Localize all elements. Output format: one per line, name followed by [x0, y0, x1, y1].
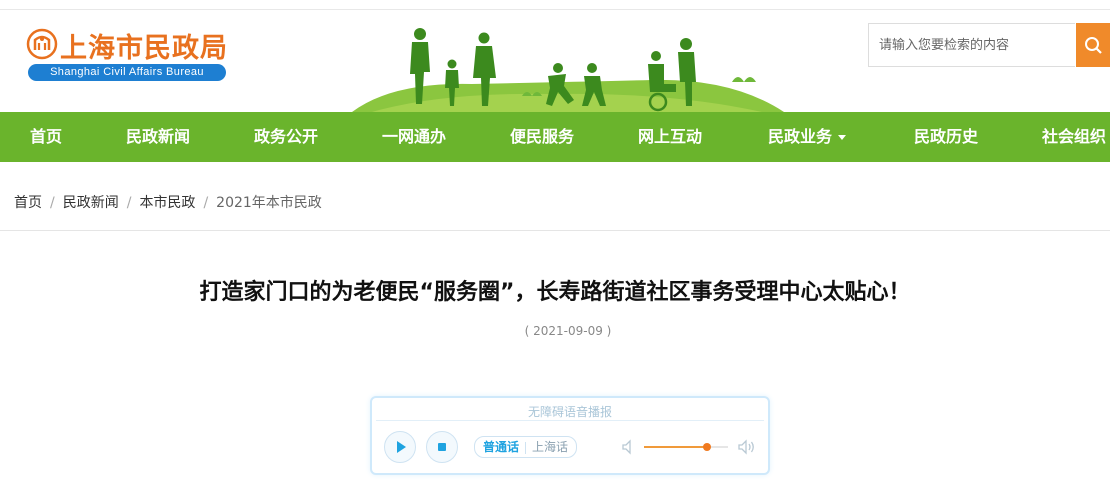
- main-nav: 首页 民政新闻 政务公开 一网通办 便民服务 网上互动 民政业务 民政历史 社会…: [0, 112, 1110, 162]
- player-divider: [376, 420, 764, 421]
- caret-down-icon: [838, 135, 847, 140]
- play-icon: [397, 441, 406, 453]
- article-date: ( 2021-09-09 ): [524, 324, 612, 338]
- lang-divider: [525, 441, 527, 454]
- top-info-strip: [0, 0, 1110, 10]
- lang-shanghai-option[interactable]: 上海话: [532, 440, 568, 454]
- search-box: [868, 23, 1110, 67]
- bureau-emblem-icon: [26, 28, 58, 60]
- breadcrumb-separator: /: [203, 195, 209, 211]
- volume-high-icon[interactable]: [736, 438, 756, 456]
- nav-item-home[interactable]: 首页: [30, 112, 62, 162]
- volume-slider[interactable]: [644, 443, 728, 451]
- breadcrumb-home[interactable]: 首页: [14, 195, 42, 211]
- nav-item-social-org[interactable]: 社会组织: [1042, 112, 1106, 162]
- nav-item-news[interactable]: 民政新闻: [126, 112, 190, 162]
- stop-button[interactable]: [426, 431, 458, 463]
- article-title: 打造家门口的为老便民“服务圈”，长寿路街道社区事务受理中心太贴心！: [199, 280, 911, 305]
- site-logo[interactable]: 上海市民政局 Shanghai Civil Affairs Bureau: [26, 26, 236, 86]
- breadcrumb-news[interactable]: 民政新闻: [63, 195, 119, 211]
- nav-item-business[interactable]: 民政业务: [768, 112, 847, 162]
- voice-broadcast-player: 无障碍语音播报 普通话 上海话: [370, 396, 770, 475]
- family-banner-illustration: [352, 28, 784, 112]
- volume-low-icon[interactable]: [620, 438, 638, 456]
- breadcrumb-local[interactable]: 本市民政: [139, 195, 195, 211]
- search-input[interactable]: [868, 23, 1075, 67]
- logo-title-cn: 上海市民政局: [60, 33, 228, 64]
- nav-item-one-stop[interactable]: 一网通办: [382, 112, 446, 162]
- nav-item-interaction[interactable]: 网上互动: [638, 112, 702, 162]
- nav-item-services[interactable]: 便民服务: [510, 112, 574, 162]
- player-title: 无障碍语音播报: [527, 405, 612, 419]
- search-button[interactable]: [1076, 23, 1110, 67]
- logo-title-en: Shanghai Civil Affairs Bureau: [28, 64, 226, 81]
- nav-item-gov-affairs[interactable]: 政务公开: [254, 112, 318, 162]
- stop-icon: [438, 443, 446, 451]
- volume-slider-fill: [644, 446, 707, 448]
- site-header: 上海市民政局 Shanghai Civil Affairs Bureau: [0, 10, 1110, 112]
- breadcrumb-separator: /: [126, 195, 132, 211]
- play-button[interactable]: [384, 431, 416, 463]
- nav-item-history[interactable]: 民政历史: [914, 112, 978, 162]
- volume-slider-handle[interactable]: [703, 443, 711, 451]
- search-icon: [1085, 37, 1102, 54]
- breadcrumb-separator: /: [50, 195, 55, 211]
- nav-item-business-label: 民政业务: [768, 127, 833, 146]
- language-switch: 普通话 上海话: [474, 436, 578, 458]
- breadcrumb-current: 2021年本市民政: [216, 195, 322, 211]
- lang-mandarin-option[interactable]: 普通话: [483, 440, 519, 454]
- breadcrumb: 首页 / 民政新闻 / 本市民政 / 2021年本市民政: [0, 162, 1110, 231]
